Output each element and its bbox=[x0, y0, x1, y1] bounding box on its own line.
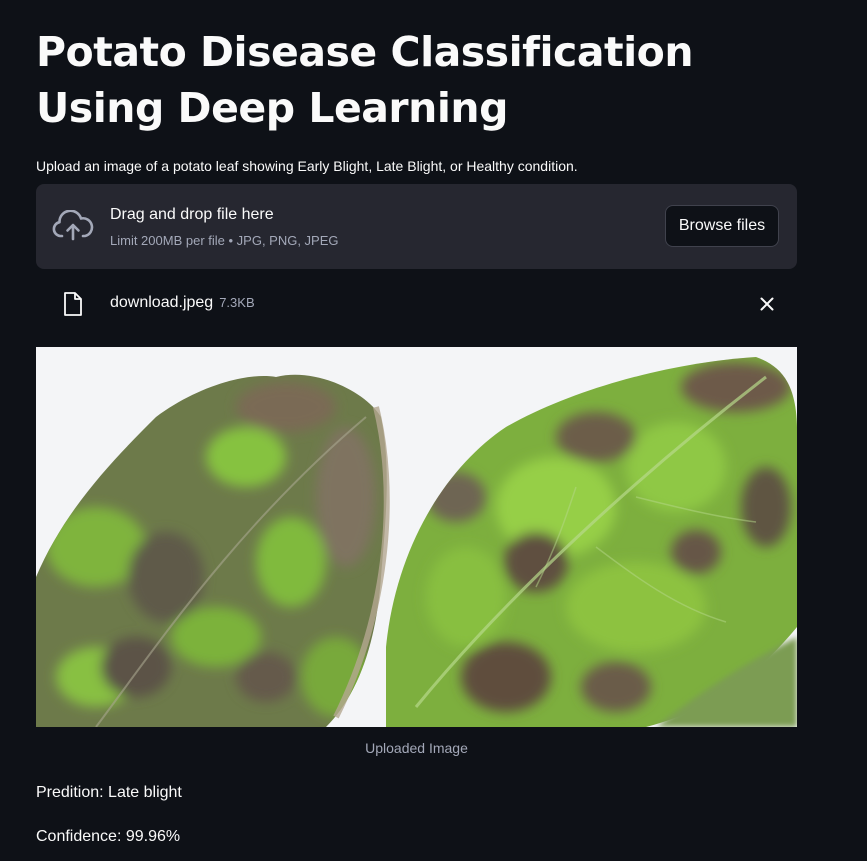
file-size: 7.3KB bbox=[219, 295, 255, 310]
upload-instructions: Upload an image of a potato leaf showing… bbox=[36, 158, 578, 174]
file-name: download.jpeg bbox=[110, 294, 214, 311]
image-caption: Uploaded Image bbox=[365, 740, 468, 756]
uploaded-leaf-image bbox=[36, 347, 797, 727]
file-dropzone[interactable]: Drag and drop file here Limit 200MB per … bbox=[36, 184, 797, 269]
prediction-text: Predition: Late blight bbox=[36, 784, 182, 801]
close-icon[interactable] bbox=[757, 294, 777, 314]
page-title: Potato Disease Classification Using Deep… bbox=[36, 28, 694, 132]
cloud-upload-icon bbox=[52, 210, 94, 241]
browse-files-button[interactable]: Browse files bbox=[665, 205, 779, 247]
confidence-text: Confidence: 99.96% bbox=[36, 828, 181, 845]
file-name-group: download.jpeg 7.3KB bbox=[110, 292, 255, 314]
dropzone-title: Drag and drop file here bbox=[110, 206, 274, 223]
leaf-photo bbox=[36, 347, 797, 727]
file-icon bbox=[64, 292, 82, 316]
uploaded-file-item: download.jpeg 7.3KB bbox=[36, 282, 797, 326]
dropzone-limit: Limit 200MB per file • JPG, PNG, JPEG bbox=[110, 233, 339, 248]
